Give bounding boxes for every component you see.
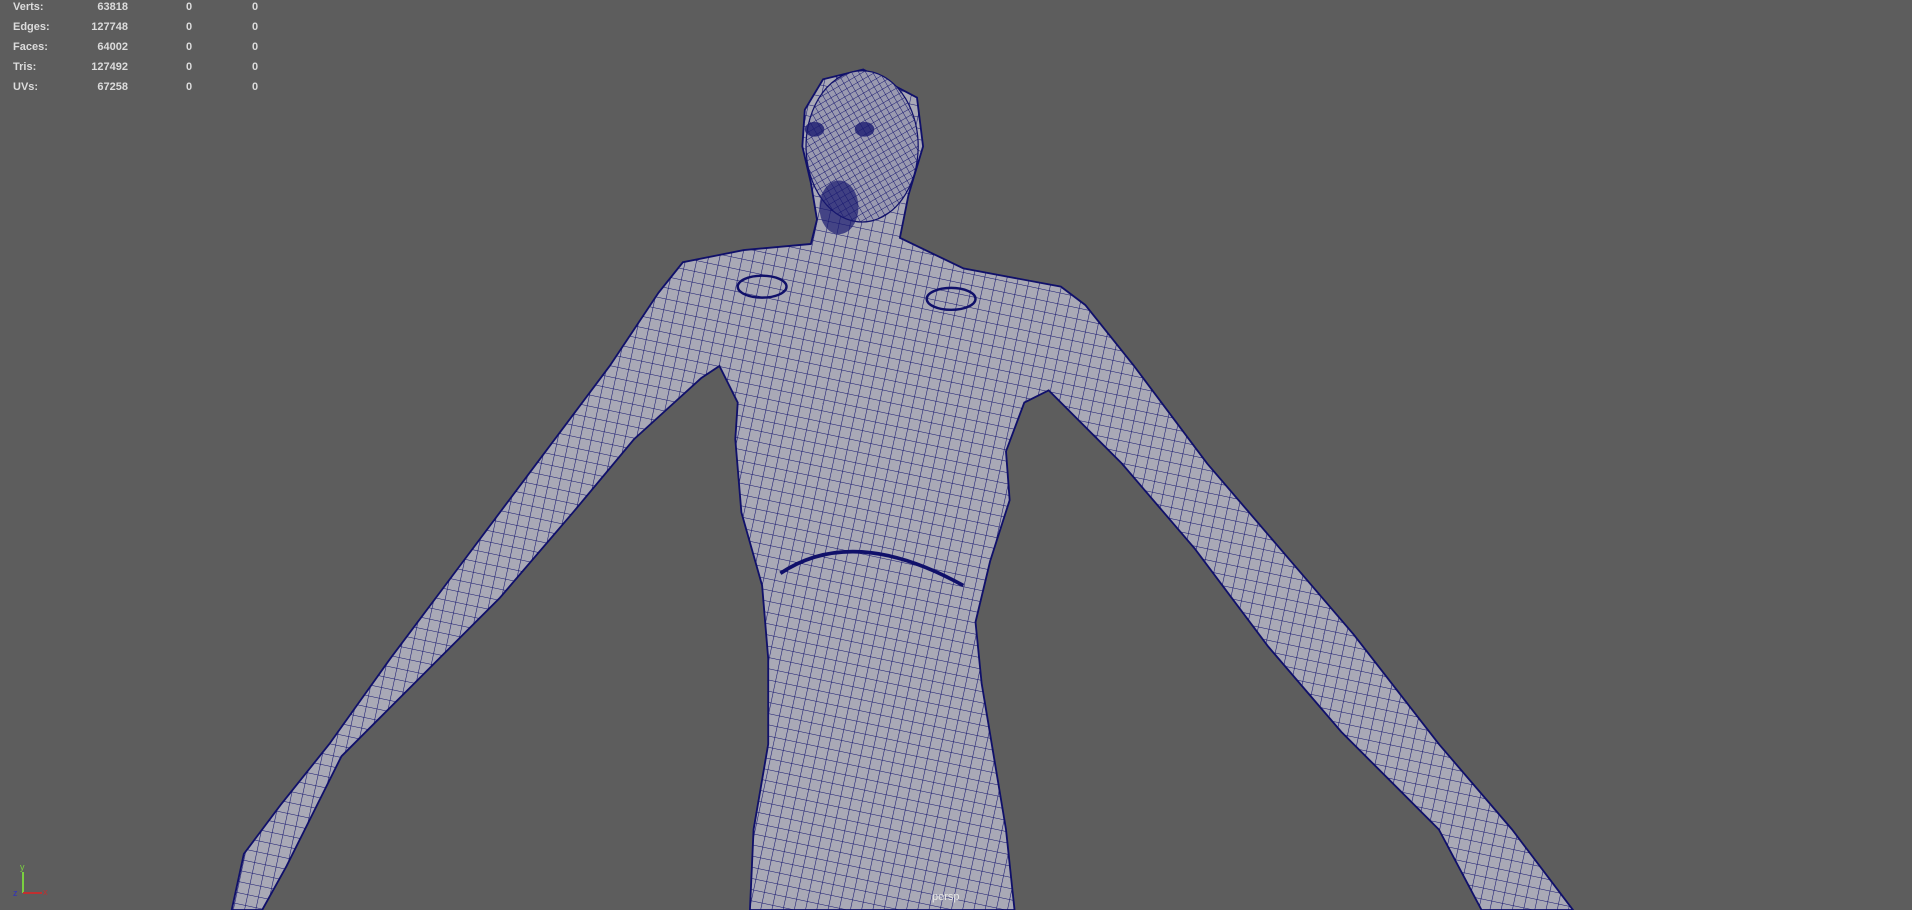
hud-value: 0 [252,61,259,73]
mouth [819,180,859,235]
hud-row-verts: Verts: 63818 0 0 [0,1,280,21]
character-mesh[interactable] [230,68,1575,910]
hud-label: Verts: [13,1,44,13]
hud-value: 64002 [97,41,128,53]
hud-row-faces: Faces: 64002 0 0 [0,41,280,61]
axis-x-label: x [43,887,48,897]
hud-value: 0 [252,81,259,93]
hud-label: UVs: [13,81,39,93]
hud-value: 0 [252,41,259,53]
hud-value: 0 [186,21,193,33]
hud-value: 63818 [97,1,128,13]
hud-row-tris: Tris: 127492 0 0 [0,61,280,81]
eye-left [804,121,825,137]
hud-value: 0 [252,21,259,33]
hud-value: 127492 [91,61,128,73]
hud-label: Faces: [13,41,48,53]
hud-label: Tris: [13,61,37,73]
camera-name-label: persp [932,891,960,903]
hud-value: 0 [252,1,259,13]
hud-value: 0 [186,1,193,13]
hud-value: 0 [186,81,193,93]
axis-z-label: z [13,888,18,898]
hud-value: 127748 [91,21,128,33]
axis-gizmo-icon: y z x [13,862,48,898]
eye-right [854,121,875,137]
hud-label: Edges: [13,21,50,33]
hud-value: 0 [186,61,193,73]
3d-viewport[interactable] [0,0,1912,910]
axis-y-label: y [20,862,25,872]
hud-value: 0 [186,41,193,53]
hud-row-edges: Edges: 127748 0 0 [0,21,280,41]
hud-value: 67258 [97,81,128,93]
hud-row-uvs: UVs: 67258 0 0 [0,81,280,101]
